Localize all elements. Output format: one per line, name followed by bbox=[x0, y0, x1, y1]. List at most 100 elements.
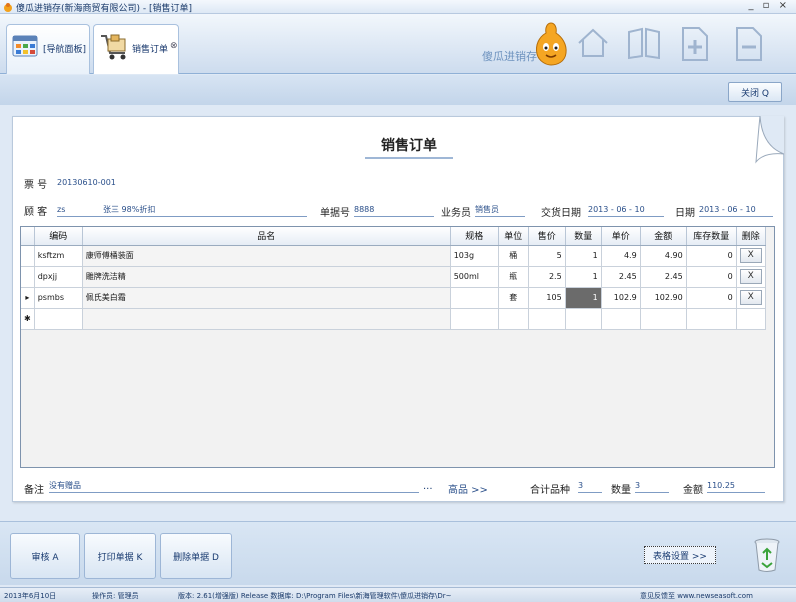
delete-document-button[interactable]: 删除单据 D bbox=[160, 533, 232, 579]
column-header[interactable]: 编码 bbox=[34, 227, 83, 246]
brand-text: 傻瓜进销存 bbox=[482, 50, 537, 63]
order-items-grid: 编码 品名 规格 单位 售价 数量 单价 金额 库存数量 删除 ksftzm 康… bbox=[20, 226, 775, 468]
item-price[interactable] bbox=[528, 308, 566, 330]
item-code[interactable]: dpxjj bbox=[34, 266, 83, 288]
total-amount-value: 110.25 bbox=[707, 479, 765, 493]
column-header[interactable]: 品名 bbox=[82, 227, 451, 246]
dashboard-icon bbox=[12, 35, 38, 57]
salesman-field[interactable]: 销售员 bbox=[475, 203, 525, 217]
column-header[interactable]: 金额 bbox=[640, 227, 687, 246]
tab-close-icon[interactable]: ⊗ bbox=[170, 41, 178, 51]
item-delete[interactable] bbox=[736, 308, 766, 330]
document-number-field[interactable]: 8888 bbox=[354, 203, 434, 217]
item-code[interactable] bbox=[34, 308, 83, 330]
customer-field[interactable]: zs 张三 98%折扣 bbox=[57, 203, 307, 217]
print-document-button[interactable]: 打印单据 K bbox=[84, 533, 156, 579]
new-row-marker[interactable]: ✱ bbox=[21, 308, 35, 330]
item-unit-price[interactable] bbox=[601, 308, 641, 330]
item-amount[interactable]: 2.45 bbox=[640, 266, 687, 288]
item-name[interactable]: 佩氏美白霜 bbox=[82, 287, 451, 309]
column-header[interactable]: 数量 bbox=[565, 227, 602, 246]
item-name[interactable]: 雕牌洗洁精 bbox=[82, 266, 451, 288]
remark-more-button[interactable]: ... bbox=[423, 481, 433, 492]
date-label: 日期 bbox=[675, 208, 695, 219]
ribbon: [导航面板] 销售订单 ⊗ 傻瓜进销存 bbox=[0, 14, 796, 74]
item-stock[interactable] bbox=[686, 308, 737, 330]
table-header-row: 编码 品名 规格 单位 售价 数量 单价 金额 库存数量 删除 bbox=[21, 227, 766, 246]
item-unit-price[interactable]: 102.9 bbox=[601, 287, 641, 309]
item-quantity[interactable]: 1 bbox=[565, 245, 602, 267]
item-code[interactable]: ksftzm bbox=[34, 245, 83, 267]
document-number-label: 单据号 bbox=[320, 208, 350, 219]
item-unit-price[interactable]: 2.45 bbox=[601, 266, 641, 288]
audit-button[interactable]: 审核 A bbox=[10, 533, 80, 579]
recycle-bin-icon[interactable] bbox=[752, 536, 782, 574]
item-quantity[interactable]: 1 bbox=[565, 266, 602, 288]
status-version: 版本: 2.61(增强版) Release 数据库: D:\Program Fi… bbox=[178, 592, 452, 600]
tab-navigation-panel[interactable]: [导航面板] bbox=[6, 24, 90, 74]
delete-row-button[interactable]: X bbox=[739, 248, 762, 263]
tab-sales-order[interactable]: 销售订单 ⊗ bbox=[93, 24, 179, 74]
item-stock[interactable]: 0 bbox=[686, 245, 737, 267]
home-icon[interactable] bbox=[576, 26, 610, 60]
remove-document-icon[interactable] bbox=[734, 26, 764, 62]
ticket-label: 票 号 bbox=[24, 180, 48, 191]
item-quantity[interactable] bbox=[565, 308, 602, 330]
item-stock[interactable]: 0 bbox=[686, 266, 737, 288]
column-header[interactable]: 单价 bbox=[601, 227, 641, 246]
salesman-label: 业务员 bbox=[441, 208, 471, 219]
item-spec[interactable]: 500ml bbox=[450, 266, 499, 288]
window-title: 傻瓜进销存(新海商贸有限公司) - [销售订单] bbox=[16, 4, 193, 14]
customer-code: zs bbox=[57, 205, 66, 214]
column-header[interactable]: 单位 bbox=[498, 227, 529, 246]
column-header[interactable]: 库存数量 bbox=[686, 227, 737, 246]
item-spec[interactable] bbox=[450, 308, 499, 330]
date-field[interactable]: 2013 - 06 - 10 bbox=[699, 203, 773, 217]
row-marker[interactable]: ▸ bbox=[21, 287, 35, 309]
item-spec[interactable] bbox=[450, 287, 499, 309]
item-quantity-selected[interactable]: 1 bbox=[565, 287, 602, 309]
item-unit[interactable]: 套 bbox=[498, 287, 529, 309]
advanced-button[interactable]: 高品 >> bbox=[448, 481, 488, 496]
row-marker[interactable] bbox=[21, 245, 35, 267]
item-code[interactable]: psmbs bbox=[34, 287, 83, 309]
item-unit-price[interactable]: 4.9 bbox=[601, 245, 641, 267]
item-unit[interactable] bbox=[498, 308, 529, 330]
column-header[interactable]: 售价 bbox=[528, 227, 566, 246]
item-stock[interactable]: 0 bbox=[686, 287, 737, 309]
delete-row-button[interactable]: X bbox=[739, 290, 762, 305]
table-row[interactable]: ksftzm 康师傅桶装面 103g 桶 5 1 4.9 4.90 0 X bbox=[21, 245, 766, 267]
page-fold-icon bbox=[744, 116, 784, 164]
item-price[interactable]: 5 bbox=[528, 245, 566, 267]
table-row[interactable]: dpxjj 雕牌洗洁精 500ml 瓶 2.5 1 2.45 2.45 0 X bbox=[21, 266, 766, 288]
close-button[interactable]: 关闭 Q bbox=[728, 82, 782, 102]
table-row[interactable]: ▸ psmbs 佩氏美白霜 套 105 1 102.9 102.90 0 X bbox=[21, 287, 766, 309]
item-name[interactable] bbox=[82, 308, 451, 330]
status-feedback-link[interactable]: 意见反馈至 www.newseasoft.com bbox=[640, 591, 753, 601]
book-icon[interactable] bbox=[626, 26, 662, 60]
status-date: 2013年6月10日 bbox=[4, 592, 57, 600]
window-controls[interactable]: _ ▫ × bbox=[748, 0, 790, 11]
row-marker[interactable] bbox=[21, 266, 35, 288]
form-title: 销售订单 bbox=[365, 135, 453, 159]
new-row[interactable]: ✱ bbox=[21, 308, 766, 330]
column-header[interactable]: 规格 bbox=[450, 227, 499, 246]
delete-row-button[interactable]: X bbox=[739, 269, 762, 284]
delivery-date-field[interactable]: 2013 - 06 - 10 bbox=[588, 203, 664, 217]
ticket-number: 20130610-001 bbox=[57, 178, 116, 187]
remark-field[interactable]: 没有赠品 bbox=[49, 479, 419, 493]
title-bar: 傻瓜进销存(新海商贸有限公司) - [销售订单] _ ▫ × bbox=[0, 0, 796, 14]
item-amount[interactable] bbox=[640, 308, 687, 330]
item-name[interactable]: 康师傅桶装面 bbox=[82, 245, 451, 267]
item-unit[interactable]: 桶 bbox=[498, 245, 529, 267]
total-amount-label: 金额 bbox=[683, 485, 703, 496]
add-document-icon[interactable] bbox=[680, 26, 710, 62]
item-price[interactable]: 105 bbox=[528, 287, 566, 309]
item-unit[interactable]: 瓶 bbox=[498, 266, 529, 288]
item-price[interactable]: 2.5 bbox=[528, 266, 566, 288]
item-amount[interactable]: 4.90 bbox=[640, 245, 687, 267]
table-settings-button[interactable]: 表格设置 >> bbox=[644, 546, 716, 564]
item-amount[interactable]: 102.90 bbox=[640, 287, 687, 309]
column-header[interactable]: 删除 bbox=[736, 227, 766, 246]
item-spec[interactable]: 103g bbox=[450, 245, 499, 267]
